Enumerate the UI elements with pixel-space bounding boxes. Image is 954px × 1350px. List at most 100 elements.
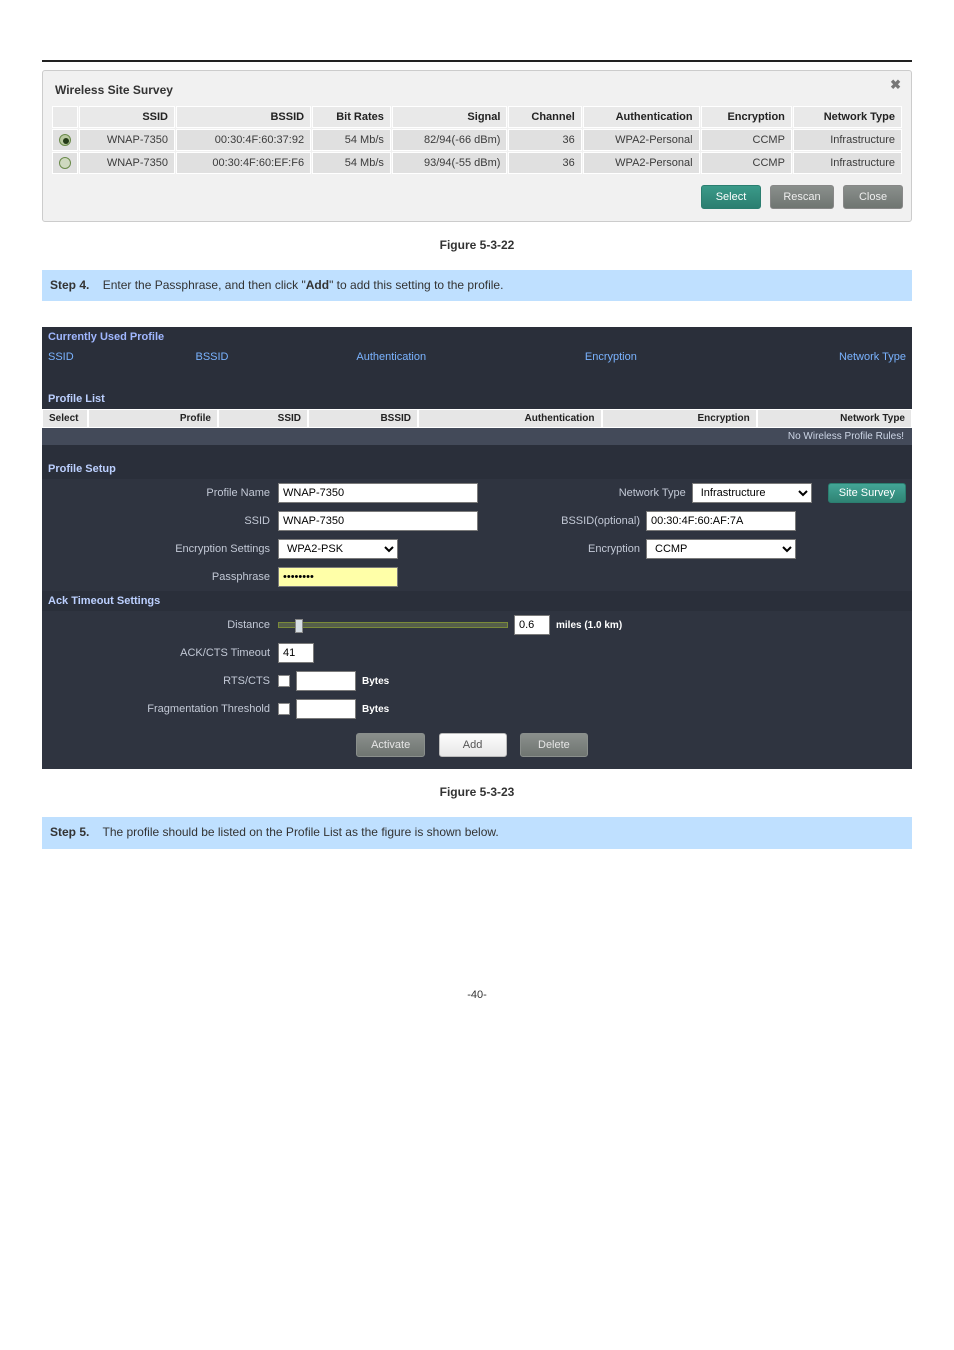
row-distance: Distance miles (1.0 km) xyxy=(42,611,912,639)
delete-button[interactable]: Delete xyxy=(520,733,588,757)
activate-button[interactable]: Activate xyxy=(356,733,425,757)
select-button[interactable]: Select xyxy=(701,185,761,209)
col-ntype: Network Type xyxy=(711,347,912,367)
radio-icon[interactable] xyxy=(59,134,71,146)
cell-signal: 82/94(-66 dBm) xyxy=(392,129,508,151)
col-bitrates: Bit Rates xyxy=(312,106,391,128)
col-ssid: SSID xyxy=(218,409,308,428)
cell-ssid: WNAP-7350 xyxy=(79,129,175,151)
row-passphrase: Passphrase xyxy=(42,563,912,591)
label-encryption-settings: Encryption Settings xyxy=(48,543,278,555)
label-encryption: Encryption xyxy=(572,543,646,555)
rtscts-checkbox[interactable] xyxy=(278,675,290,687)
col-radio xyxy=(52,106,78,128)
step-4: Step 4. Enter the Passphrase, and then c… xyxy=(42,270,912,301)
col-bssid: BSSID xyxy=(152,347,272,367)
figure-caption: Figure 5-3-22 xyxy=(42,238,912,252)
ackcts-input[interactable] xyxy=(278,643,314,663)
ssid-input[interactable] xyxy=(278,511,478,531)
label-network-type: Network Type xyxy=(603,487,692,499)
bytes-label: Bytes xyxy=(356,676,389,687)
close-button[interactable]: Close xyxy=(843,185,903,209)
slider-thumb-icon[interactable] xyxy=(295,619,303,633)
close-icon[interactable]: ✖ xyxy=(890,77,901,93)
profile-name-input[interactable] xyxy=(278,483,478,503)
distance-value-input[interactable] xyxy=(514,615,550,635)
step-5: Step 5. The profile should be listed on … xyxy=(42,817,912,848)
table-row[interactable]: WNAP-7350 00:30:4F:60:37:92 54 Mb/s 82/9… xyxy=(52,129,902,151)
cell-bitrates: 54 Mb/s xyxy=(312,152,391,174)
radio-icon[interactable] xyxy=(59,157,71,169)
fragmentation-input[interactable] xyxy=(296,699,356,719)
currently-used-empty xyxy=(42,367,912,389)
profile-setup-header: Profile Setup xyxy=(42,459,912,479)
label-distance: Distance xyxy=(48,619,278,631)
col-auth: Authentication xyxy=(583,106,700,128)
step-text: " to add this setting to the profile. xyxy=(329,278,503,292)
cell-signal: 93/94(-55 dBm) xyxy=(392,152,508,174)
col-ntype: Network Type xyxy=(757,409,912,428)
cell-bssid: 00:30:4F:60:EF:F6 xyxy=(176,152,311,174)
table-row[interactable]: WNAP-7350 00:30:4F:60:EF:F6 54 Mb/s 93/9… xyxy=(52,152,902,174)
network-type-select[interactable]: Infrastructure xyxy=(692,483,812,503)
encryption-settings-select[interactable]: WPA2-PSK xyxy=(278,539,398,559)
cell-enc: CCMP xyxy=(701,129,792,151)
col-network-type: Network Type xyxy=(793,106,902,128)
col-bssid: BSSID xyxy=(176,106,311,128)
distance-slider[interactable] xyxy=(278,622,508,628)
ack-timeout-header: Ack Timeout Settings xyxy=(42,591,912,611)
table-header-row: SSID BSSID Bit Rates Signal Channel Auth… xyxy=(52,106,902,128)
cell-channel: 36 xyxy=(508,152,581,174)
col-encryption: Encryption xyxy=(701,106,792,128)
step-number: Step 5. xyxy=(50,825,89,839)
col-bssid: BSSID xyxy=(308,409,418,428)
bytes-label: Bytes xyxy=(356,704,389,715)
encryption-select[interactable]: CCMP xyxy=(646,539,796,559)
row-encryption-settings: Encryption Settings WPA2-PSK Encryption … xyxy=(42,535,912,563)
site-survey-panel: Wireless Site Survey ✖ SSID BSSID Bit Ra… xyxy=(42,70,912,222)
currently-used-header-row: SSID BSSID Authentication Encryption Net… xyxy=(42,347,912,367)
label-rtscts: RTS/CTS xyxy=(48,675,278,687)
cell-bitrates: 54 Mb/s xyxy=(312,129,391,151)
cell-ntype: Infrastructure xyxy=(793,129,902,151)
profile-list-header: Profile List xyxy=(42,389,912,409)
rescan-button[interactable]: Rescan xyxy=(770,185,833,209)
profile-panel: Currently Used Profile SSID BSSID Authen… xyxy=(42,327,912,769)
row-ackcts: ACK/CTS Timeout xyxy=(42,639,912,667)
site-survey-title: Wireless Site Survey xyxy=(51,79,903,105)
site-survey-button[interactable]: Site Survey xyxy=(828,483,906,503)
label-fragmentation: Fragmentation Threshold xyxy=(48,703,278,715)
bssid-input[interactable] xyxy=(646,511,796,531)
col-enc: Encryption xyxy=(511,347,712,367)
passphrase-input[interactable] xyxy=(278,567,398,587)
col-ssid: SSID xyxy=(42,347,152,367)
cell-auth: WPA2-Personal xyxy=(583,129,700,151)
col-profile: Profile xyxy=(88,409,218,428)
label-bssid-optional: BSSID(optional) xyxy=(545,515,646,527)
label-ackcts: ACK/CTS Timeout xyxy=(48,647,278,659)
survey-button-bar: Select Rescan Close xyxy=(51,185,903,209)
fragmentation-checkbox[interactable] xyxy=(278,703,290,715)
col-channel: Channel xyxy=(508,106,581,128)
col-enc: Encryption xyxy=(602,409,757,428)
step-bold: Add xyxy=(306,278,329,292)
step-text: Enter the Passphrase, and then click " xyxy=(103,278,306,292)
currently-used-profile-header: Currently Used Profile xyxy=(42,327,912,347)
profile-list-columns: Select Profile SSID BSSID Authentication… xyxy=(42,409,912,428)
site-survey-table: SSID BSSID Bit Rates Signal Channel Auth… xyxy=(51,105,903,175)
profile-button-bar: Activate Add Delete xyxy=(42,723,912,769)
step-text: The profile should be listed on the Prof… xyxy=(102,825,498,839)
row-ssid: SSID BSSID(optional) xyxy=(42,507,912,535)
rtscts-input[interactable] xyxy=(296,671,356,691)
col-select: Select xyxy=(42,409,88,428)
distance-unit: miles (1.0 km) xyxy=(550,620,622,631)
page-number: -40- xyxy=(42,989,912,1031)
cell-auth: WPA2-Personal xyxy=(583,152,700,174)
label-ssid: SSID xyxy=(48,515,278,527)
label-profile-name: Profile Name xyxy=(48,487,278,499)
add-button[interactable]: Add xyxy=(439,733,507,757)
row-profile-name: Profile Name Network Type Infrastructure… xyxy=(42,479,912,507)
cell-bssid: 00:30:4F:60:37:92 xyxy=(176,129,311,151)
col-auth: Authentication xyxy=(272,347,511,367)
cell-enc: CCMP xyxy=(701,152,792,174)
